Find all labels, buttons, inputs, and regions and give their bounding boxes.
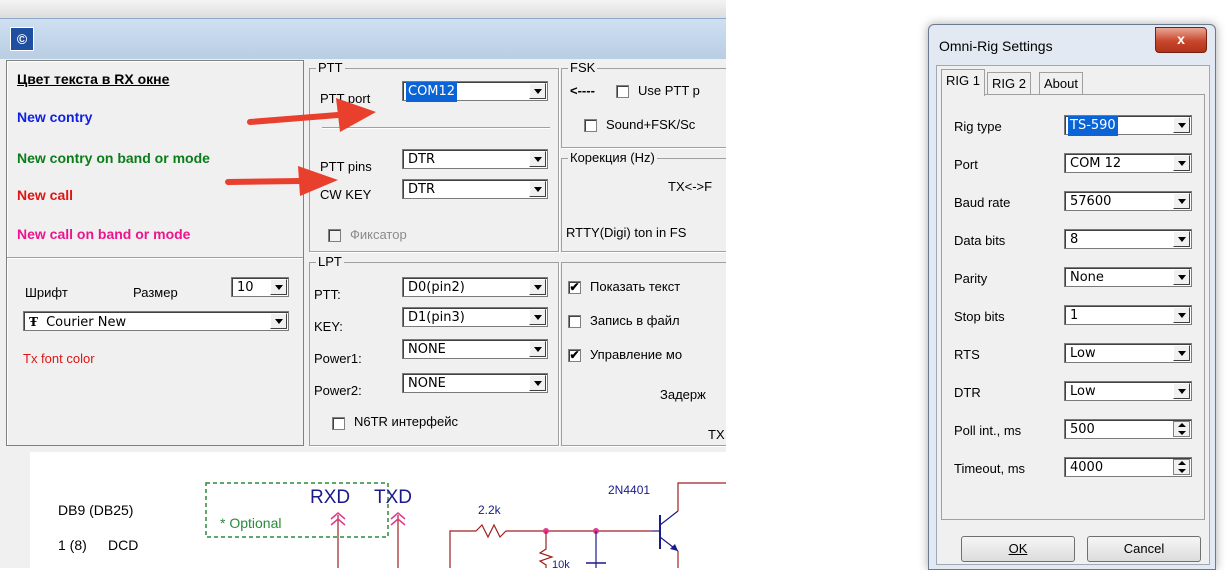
baud-rate-select[interactable]: 57600 <box>1064 191 1192 211</box>
resistor-10k <box>538 531 554 568</box>
chevron-down-icon[interactable] <box>1173 269 1190 285</box>
tx-label: TX <box>708 427 725 442</box>
chevron-down-icon[interactable] <box>1173 117 1190 133</box>
control-checkbox[interactable]: ✔ <box>568 349 581 362</box>
interface-schematic: DB9 (DB25) * Optional RXD TXD 2.2k 2N440… <box>30 452 726 568</box>
font-value: Courier New <box>46 315 127 330</box>
delay-label: Задерж <box>660 387 706 402</box>
chevron-down-icon[interactable] <box>1173 383 1190 399</box>
chevron-down-icon[interactable] <box>529 375 546 391</box>
write-file-checkbox[interactable] <box>568 315 581 328</box>
font-select[interactable]: Ŧ Courier New <box>23 311 289 331</box>
n6tr-label: N6TR интерфейс <box>354 414 458 429</box>
dialog-body: RIG 1 RIG 2 About Rig type TS-590 Port C… <box>936 65 1210 565</box>
stop-bits-select[interactable]: 1 <box>1064 305 1192 325</box>
arrow-to-cw-key <box>225 166 338 196</box>
chevron-down-icon[interactable] <box>1173 345 1190 361</box>
db9-label: DB9 (DB25) <box>58 502 134 518</box>
chevron-down-icon[interactable] <box>529 309 546 325</box>
resistor-wire <box>449 523 652 568</box>
chevron-down-icon[interactable] <box>1173 307 1190 323</box>
parity-select[interactable]: None <box>1064 267 1192 287</box>
poll-interval-spinner[interactable]: 500 <box>1064 419 1192 439</box>
dtr-select[interactable]: Low <box>1064 381 1192 401</box>
poll-interval-value: 500 <box>1070 422 1095 437</box>
baud-rate-value: 57600 <box>1070 194 1112 209</box>
control-label: Управление мо <box>590 347 683 362</box>
cancel-button[interactable]: Cancel <box>1087 536 1201 562</box>
rig1-settings-page: Rig type TS-590 Port COM 12 Baud rate 57… <box>941 94 1205 520</box>
lpt-power1-label: Power1: <box>314 351 362 366</box>
rts-select[interactable]: Low <box>1064 343 1192 363</box>
timeout-label: Timeout, ms <box>954 461 1026 476</box>
spin-arrows-icon[interactable] <box>1173 421 1190 437</box>
dtr-value: Low <box>1070 384 1096 399</box>
chevron-down-icon[interactable] <box>1173 193 1190 209</box>
rig-type-select[interactable]: TS-590 <box>1064 115 1192 136</box>
transistor-collector <box>659 510 679 526</box>
write-file-label: Запись в файл <box>590 313 680 328</box>
pin-name: DCD <box>108 537 139 553</box>
parity-value: None <box>1070 270 1104 285</box>
stop-bits-value: 1 <box>1070 308 1079 323</box>
port-select[interactable]: COM 12 <box>1064 153 1192 173</box>
chevron-down-icon[interactable] <box>1173 231 1190 247</box>
rig-type-label: Rig type <box>954 119 1002 134</box>
rts-value: Low <box>1070 346 1096 361</box>
lpt-power1-select[interactable]: NONE <box>402 339 548 359</box>
truetype-font-icon: Ŧ <box>29 315 38 329</box>
lpt-power2-value: NONE <box>408 376 446 391</box>
chevron-down-icon[interactable] <box>270 313 287 329</box>
resistor2-label: 10k <box>552 559 570 568</box>
dtr-label: DTR <box>954 385 981 400</box>
data-bits-label: Data bits <box>954 233 1006 248</box>
omni-rig-dialog: Omni-Rig Settings x RIG 1 RIG 2 About Ri… <box>928 24 1216 570</box>
transistor-label: 2N4401 <box>608 483 651 497</box>
tx-font-color[interactable]: Tx font color <box>23 351 95 366</box>
data-bits-value: 8 <box>1070 232 1079 247</box>
dialog-title: Omni-Rig Settings <box>939 38 1053 54</box>
lpt-power2-label: Power2: <box>314 383 362 398</box>
chevron-down-icon[interactable] <box>529 341 546 357</box>
lpt-key-select[interactable]: D1(pin3) <box>402 307 548 327</box>
resistor-label: 2.2k <box>478 503 501 517</box>
parity-label: Parity <box>954 271 988 286</box>
rig-type-value: TS-590 <box>1068 116 1118 136</box>
ok-button[interactable]: OK <box>961 536 1075 562</box>
arrow-to-ptt-port <box>247 98 376 132</box>
collector-wire <box>677 482 726 511</box>
tab-rig1[interactable]: RIG 1 <box>941 69 985 96</box>
rts-label: RTS <box>954 347 980 362</box>
timeout-spinner[interactable]: 4000 <box>1064 457 1192 477</box>
lpt-power1-value: NONE <box>408 342 446 357</box>
pin-number: 1 (8) <box>58 537 87 553</box>
spin-arrows-icon[interactable] <box>1173 459 1190 475</box>
chevron-down-icon[interactable] <box>1173 155 1190 171</box>
txd-label: TXD <box>374 487 412 508</box>
data-bits-select[interactable]: 8 <box>1064 229 1192 249</box>
close-button[interactable]: x <box>1155 27 1207 53</box>
timeout-value: 4000 <box>1070 460 1104 475</box>
port-label: Port <box>954 157 978 172</box>
rxd-label: RXD <box>310 487 351 508</box>
n6tr-checkbox[interactable] <box>332 417 345 430</box>
annotation-arrows <box>225 98 376 196</box>
baud-rate-label: Baud rate <box>954 195 1011 210</box>
tab-about[interactable]: About <box>1039 72 1083 95</box>
lpt-power2-select[interactable]: NONE <box>402 373 548 393</box>
lpt-key-label: KEY: <box>314 319 343 334</box>
tab-rig2[interactable]: RIG 2 <box>987 72 1031 95</box>
optional-label: * Optional <box>220 515 282 531</box>
stop-bits-label: Stop bits <box>954 309 1005 324</box>
lpt-key-value: D1(pin3) <box>408 310 465 325</box>
poll-interval-label: Poll int., ms <box>954 423 1022 438</box>
port-value: COM 12 <box>1070 156 1122 171</box>
